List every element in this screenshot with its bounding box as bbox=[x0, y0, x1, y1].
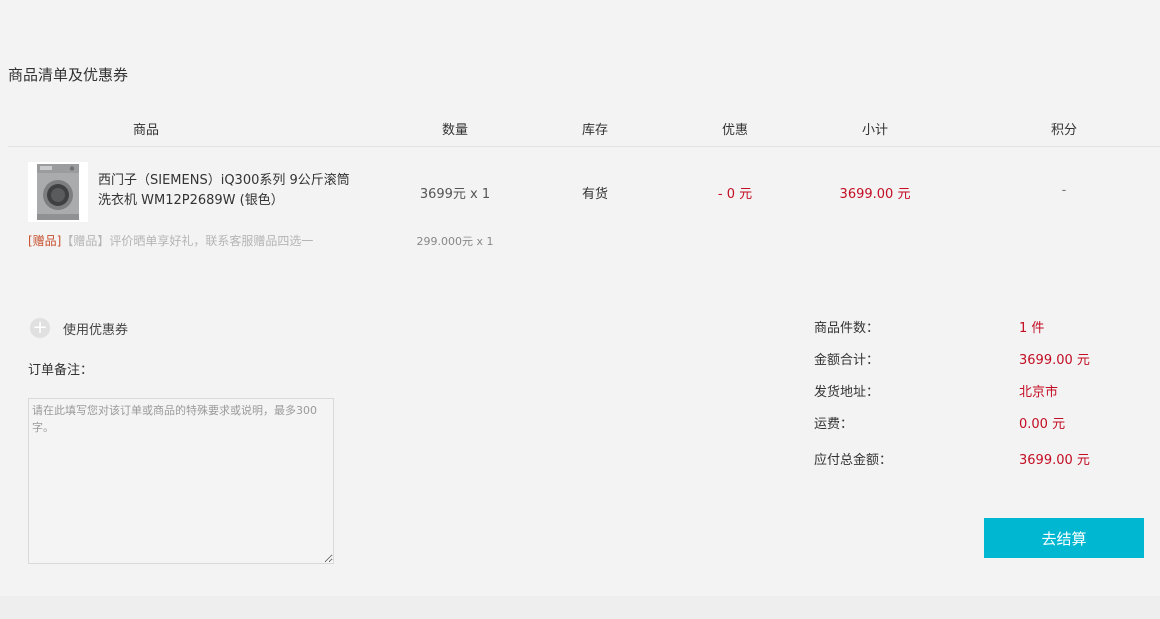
gift-description: 【赠品】评价晒单享好礼，联系客服赠品四选一 bbox=[61, 234, 314, 248]
header-points: 积分 bbox=[1050, 123, 1077, 138]
coupon-label: 使用优惠券 bbox=[63, 322, 129, 338]
product-points: - bbox=[1061, 183, 1067, 198]
header-product: 商品 bbox=[132, 123, 159, 138]
order-confirm-page: 商品清单及优惠券 商品 数量 库存 优惠 小计 积分 西门子（SIEMENS）i… bbox=[0, 0, 1160, 619]
gift-tag: [赠品] bbox=[28, 234, 62, 248]
payable-total-label: 应付总金额： bbox=[814, 453, 893, 468]
washing-machine-image bbox=[37, 164, 79, 220]
order-remark-label: 订单备注： bbox=[28, 363, 94, 378]
plus-circle-icon: + bbox=[30, 318, 50, 338]
product-subtotal: 3699.00 元 bbox=[839, 187, 911, 202]
item-count-value: 1 件 bbox=[1019, 321, 1045, 336]
header-stock: 库存 bbox=[581, 123, 608, 138]
header-divider bbox=[8, 146, 1160, 147]
amount-total-value: 3699.00 元 bbox=[1019, 353, 1090, 368]
product-discount: - 0 元 bbox=[717, 187, 753, 202]
bottom-band bbox=[0, 596, 1160, 619]
gift-price: 299.000元 x 1 bbox=[416, 235, 494, 248]
payable-total-value: 3699.00 元 bbox=[1019, 453, 1090, 468]
amount-total-label: 金额合计： bbox=[814, 353, 880, 368]
ship-address-value: 北京市 bbox=[1019, 385, 1059, 400]
shipping-fee-value: 0.00 元 bbox=[1019, 417, 1066, 432]
product-thumbnail[interactable] bbox=[28, 162, 88, 222]
shipping-fee-label: 运费： bbox=[814, 417, 854, 432]
header-discount: 优惠 bbox=[721, 123, 748, 138]
order-remark-input[interactable] bbox=[28, 398, 334, 564]
header-subtotal: 小计 bbox=[861, 123, 888, 138]
gift-row: [赠品]【赠品】评价晒单享好礼，联系客服赠品四选一 bbox=[28, 232, 313, 249]
item-count-label: 商品件数： bbox=[814, 321, 880, 336]
use-coupon-button[interactable]: + 使用优惠券 bbox=[30, 318, 128, 338]
product-stock: 有货 bbox=[581, 187, 608, 202]
product-quantity: 3699元 x 1 bbox=[419, 187, 491, 202]
section-title: 商品清单及优惠券 bbox=[8, 66, 129, 84]
ship-address-label: 发货地址： bbox=[814, 385, 880, 400]
header-quantity: 数量 bbox=[441, 123, 468, 138]
checkout-button[interactable]: 去结算 bbox=[984, 518, 1144, 558]
product-name[interactable]: 西门子（SIEMENS）iQ300系列 9公斤滚筒洗衣机 WM12P2689W … bbox=[98, 171, 358, 211]
